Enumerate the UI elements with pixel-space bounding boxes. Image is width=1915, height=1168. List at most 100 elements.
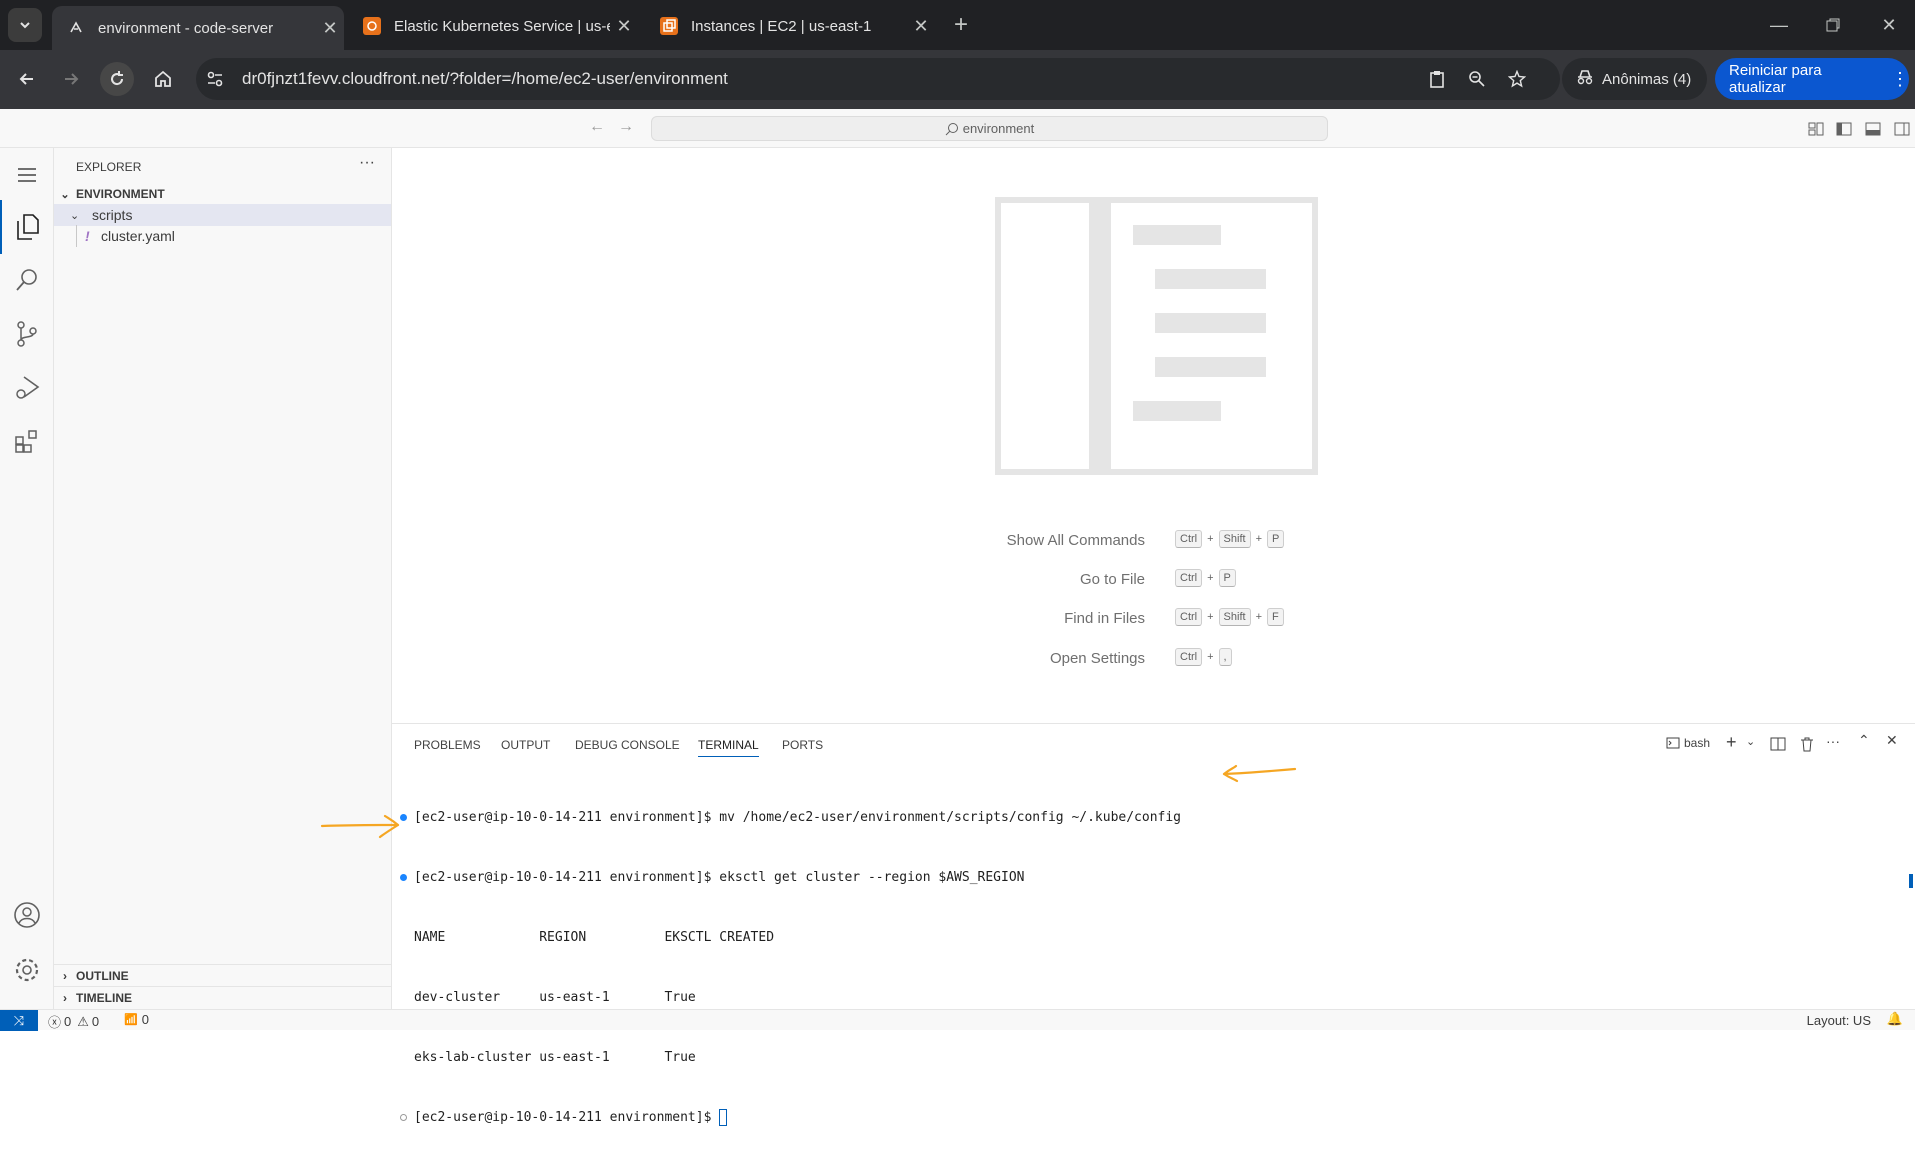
bookmark-star-icon[interactable] bbox=[1500, 62, 1534, 96]
site-info-icon[interactable] bbox=[198, 62, 232, 96]
activity-bar bbox=[0, 148, 54, 1009]
shortcut-keys: Ctrl + Shift + F bbox=[1175, 608, 1284, 626]
forward-icon[interactable] bbox=[54, 62, 88, 96]
toggle-sidebar-icon[interactable] bbox=[1836, 121, 1852, 137]
shortcut-keys: Ctrl + P bbox=[1175, 569, 1236, 587]
toggle-panel-icon[interactable] bbox=[1865, 121, 1881, 137]
chevron-right-icon: › bbox=[63, 968, 67, 983]
home-icon[interactable] bbox=[146, 62, 180, 96]
root-folder-label: ENVIRONMENT bbox=[76, 187, 165, 201]
incognito-icon bbox=[1576, 69, 1594, 89]
chevron-right-icon: › bbox=[63, 990, 67, 1005]
source-control-icon[interactable] bbox=[0, 307, 54, 361]
browser-chrome: environment - code-server ✕ Elastic Kube… bbox=[0, 0, 1915, 109]
terminal-icon bbox=[1666, 737, 1680, 749]
zoom-icon[interactable] bbox=[1460, 62, 1494, 96]
folder-scripts[interactable]: ⌄ scripts bbox=[54, 204, 391, 226]
reload-icon[interactable] bbox=[100, 62, 134, 96]
chevron-down-icon[interactable]: ⌄ bbox=[1746, 735, 1755, 748]
terminal-line-text: NAME REGION EKSCTL CREATED bbox=[414, 930, 775, 945]
chevron-down-icon: ⌄ bbox=[70, 209, 80, 222]
warning-count: 0 bbox=[91, 1014, 100, 1029]
folder-label: scripts bbox=[92, 207, 133, 223]
tab-code-server[interactable]: environment - code-server ✕ bbox=[52, 6, 344, 50]
terminal-line-text: dev-cluster us-east-1 True bbox=[414, 990, 696, 1005]
problems-status[interactable]: ⓧ 0 ⚠ 0 bbox=[48, 1012, 99, 1031]
close-panel-icon[interactable]: ✕ bbox=[1886, 732, 1898, 749]
shortcut-label: Find in Files bbox=[1064, 610, 1145, 627]
close-tab-icon[interactable]: ✕ bbox=[907, 16, 935, 37]
minimize-icon[interactable]: — bbox=[1762, 8, 1796, 42]
update-label: Reiniciar para atualizar bbox=[1729, 62, 1822, 96]
key: P bbox=[1267, 530, 1285, 548]
menu-icon[interactable] bbox=[0, 148, 54, 202]
tab-debug-console[interactable]: DEBUG CONSOLE bbox=[575, 738, 680, 752]
more-menu-icon[interactable]: ⋮ bbox=[1891, 69, 1909, 90]
explorer-title: EXPLORER bbox=[76, 160, 142, 174]
command-center[interactable]: environment bbox=[651, 116, 1328, 141]
terminal-line: dev-cluster us-east-1 True bbox=[414, 988, 1181, 1008]
command-pending-dot bbox=[400, 1114, 407, 1121]
title-bar: ← → environment bbox=[0, 109, 1915, 148]
settings-gear-icon[interactable] bbox=[0, 943, 54, 997]
search-icon[interactable] bbox=[0, 253, 54, 307]
restore-icon[interactable] bbox=[1816, 8, 1850, 42]
tab-output[interactable]: OUTPUT bbox=[501, 738, 550, 752]
tab-terminal[interactable]: TERMINAL bbox=[698, 738, 759, 757]
clipboard-icon[interactable] bbox=[1420, 62, 1454, 96]
close-window-icon[interactable]: ✕ bbox=[1872, 8, 1906, 42]
outline-section[interactable]: › OUTLINE bbox=[54, 964, 391, 986]
error-count: 0 bbox=[64, 1014, 72, 1029]
terminal-cursor bbox=[719, 1109, 728, 1126]
code-server-icon bbox=[66, 18, 86, 38]
tab-problems[interactable]: PROBLEMS bbox=[414, 738, 481, 752]
close-tab-icon[interactable]: ✕ bbox=[316, 18, 344, 39]
shortcut-label: Show All Commands bbox=[1006, 532, 1145, 549]
timeline-section[interactable]: › TIMELINE bbox=[54, 986, 391, 1008]
tab-search-icon[interactable] bbox=[8, 8, 42, 42]
new-terminal-icon[interactable]: + bbox=[1726, 732, 1737, 753]
ports-status[interactable]: 📶 0 bbox=[124, 1012, 149, 1027]
antenna-icon: 📶 bbox=[124, 1014, 138, 1026]
tab-ec2[interactable]: Instances | EC2 | us-east-1 ✕ bbox=[645, 6, 935, 46]
back-icon[interactable] bbox=[10, 62, 44, 96]
nav-forward-icon[interactable]: → bbox=[618, 118, 634, 136]
key: Ctrl bbox=[1175, 569, 1203, 587]
url-text: dr0fjnzt1fevv.cloudfront.net/?folder=/ho… bbox=[242, 69, 728, 88]
file-label: cluster.yaml bbox=[101, 228, 175, 244]
shortcut-show-all-commands: Show All Commands Ctrl + Shift + P bbox=[392, 530, 1915, 552]
customize-layout-icon[interactable] bbox=[1808, 121, 1824, 137]
explorer-root-section[interactable]: ⌄ ENVIRONMENT bbox=[54, 183, 391, 205]
tab-strip: environment - code-server ✕ Elastic Kube… bbox=[0, 0, 1915, 50]
notifications-bell-icon[interactable]: 🔔 bbox=[1887, 1011, 1903, 1027]
kill-terminal-icon[interactable] bbox=[1799, 736, 1815, 752]
explorer-icon[interactable] bbox=[0, 200, 54, 254]
error-icon: ⓧ bbox=[48, 1015, 62, 1030]
more-actions-icon[interactable]: ··· bbox=[359, 154, 375, 172]
shortcut-find-in-files: Find in Files Ctrl + Shift + F bbox=[392, 608, 1915, 630]
maximize-panel-icon[interactable]: ⌃ bbox=[1858, 732, 1870, 749]
new-tab-icon[interactable]: + bbox=[944, 8, 978, 42]
terminal-output[interactable]: [ec2-user@ip-10-0-14-211 environment]$ m… bbox=[400, 768, 1181, 1168]
toggle-secondary-sidebar-icon[interactable] bbox=[1894, 121, 1910, 137]
terminal-line: NAME REGION EKSCTL CREATED bbox=[414, 928, 1181, 948]
extensions-icon[interactable] bbox=[0, 415, 54, 469]
shortcut-open-settings: Open Settings Ctrl +, bbox=[392, 648, 1915, 670]
close-tab-icon[interactable]: ✕ bbox=[610, 16, 638, 37]
terminal-profile[interactable]: bash bbox=[1666, 736, 1710, 750]
shortcut-go-to-file: Go to File Ctrl + P bbox=[392, 569, 1915, 591]
tab-ports[interactable]: PORTS bbox=[782, 738, 823, 752]
bottom-panel: PROBLEMS OUTPUT DEBUG CONSOLE TERMINAL P… bbox=[320, 723, 1915, 1126]
update-button[interactable]: Reiniciar para atualizar ⋮ bbox=[1715, 58, 1909, 100]
tab-eks[interactable]: Elastic Kubernetes Service | us-e ✕ bbox=[348, 6, 638, 46]
terminal-scrollbar[interactable] bbox=[1907, 764, 1915, 964]
nav-back-icon[interactable]: ← bbox=[589, 118, 605, 136]
warning-icon: ⚠ bbox=[77, 1013, 89, 1029]
incognito-button[interactable]: Anônimas (4) bbox=[1562, 58, 1707, 100]
accounts-icon[interactable] bbox=[0, 888, 54, 942]
more-actions-icon[interactable]: ··· bbox=[1826, 733, 1840, 749]
split-terminal-icon[interactable] bbox=[1770, 736, 1786, 752]
terminal-line: eks-lab-cluster us-east-1 True bbox=[414, 1048, 1181, 1068]
file-cluster-yaml[interactable]: ! cluster.yaml bbox=[54, 225, 391, 247]
run-debug-icon[interactable] bbox=[0, 361, 54, 415]
